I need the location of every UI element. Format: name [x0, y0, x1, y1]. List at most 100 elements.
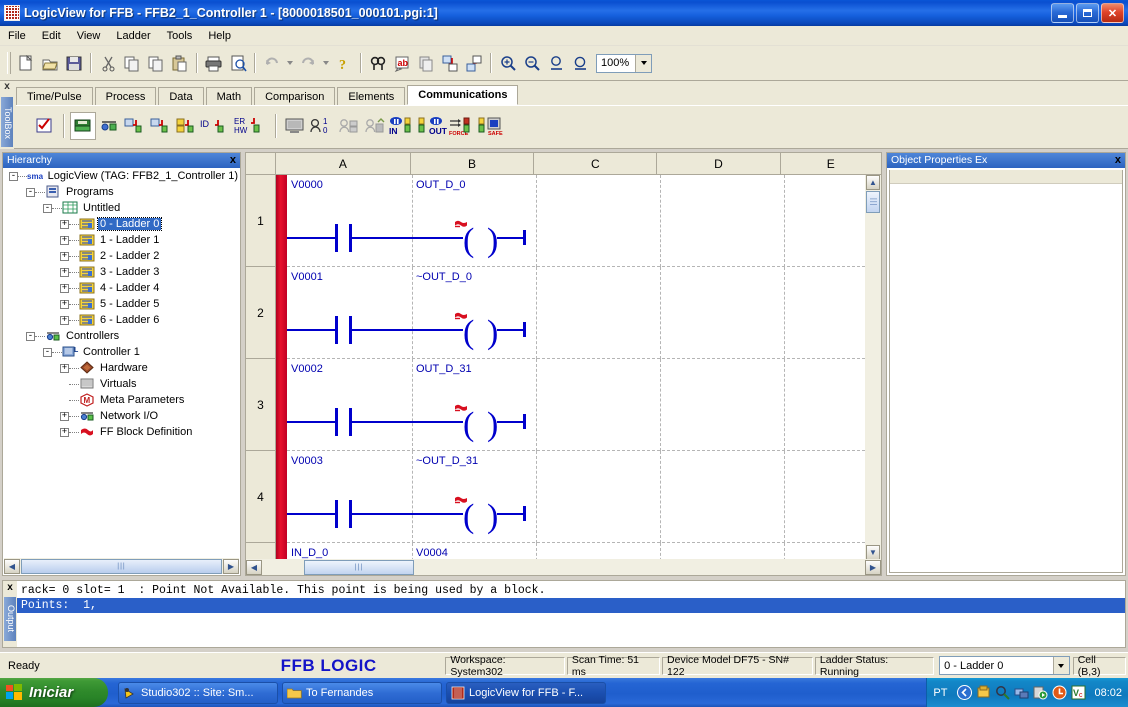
start-button[interactable]: Iniciar: [0, 678, 108, 707]
column-header-a[interactable]: A: [275, 153, 411, 175]
zoom-level-combo[interactable]: 100%: [596, 53, 652, 73]
device-icon[interactable]: [282, 112, 308, 140]
show-hidden-icon[interactable]: [957, 685, 973, 700]
tree-expander[interactable]: +: [60, 363, 69, 373]
tree-expander[interactable]: +: [60, 235, 69, 245]
copy-block-icon[interactable]: [414, 52, 438, 75]
toolbar-grip[interactable]: [7, 52, 11, 74]
safe-block-icon[interactable]: SAFE: [478, 112, 508, 140]
tree-node[interactable]: + Hardware: [3, 360, 240, 376]
tab-process[interactable]: Process: [94, 87, 157, 105]
column-header-b[interactable]: B: [410, 153, 535, 175]
output-close-button[interactable]: x: [3, 581, 17, 594]
ladder-select-combo[interactable]: 0 - Ladder 0: [939, 656, 1070, 675]
user-export-icon[interactable]: [362, 112, 388, 140]
ladder-canvas[interactable]: V0000 OUT_D_0() V0001 ~OUT_D_0() V0002 OUT_D_…: [276, 175, 865, 560]
taskbar-item-studio302[interactable]: Studio302 :: Site: Sm...: [118, 681, 278, 704]
tree-node[interactable]: +1 - Ladder 1: [3, 232, 240, 248]
column-header-c[interactable]: C: [534, 153, 658, 175]
tree-node[interactable]: Virtuals: [3, 376, 240, 392]
tab-elements[interactable]: Elements: [337, 87, 406, 105]
replace-icon[interactable]: ab: [390, 52, 414, 75]
close-button[interactable]: ✕: [1101, 3, 1124, 23]
tree-node[interactable]: +4 - Ladder 4: [3, 280, 240, 296]
redo-dropdown-icon[interactable]: [320, 52, 332, 75]
object-properties-close-button[interactable]: x: [1115, 153, 1125, 168]
tree-node[interactable]: - L Controller 1: [3, 344, 240, 360]
scroll-left-button[interactable]: ◀: [246, 559, 262, 575]
tab-data[interactable]: Data: [158, 87, 204, 105]
scroll-right-button[interactable]: ▶: [865, 559, 881, 575]
menu-edit[interactable]: Edit: [34, 28, 69, 44]
column-header-e[interactable]: E: [780, 153, 881, 175]
tree-node[interactable]: - Untitled: [3, 200, 240, 216]
import-icon[interactable]: [438, 52, 462, 75]
undo-dropdown-icon[interactable]: [284, 52, 296, 75]
media-icon[interactable]: [1033, 685, 1048, 700]
shield-icon[interactable]: [976, 685, 991, 700]
error-hw-block-icon[interactable]: ER HW: [234, 112, 270, 140]
output-line[interactable]: rack= 0 slot= 1 : Point Not Available. T…: [17, 583, 1125, 598]
print-icon[interactable]: [202, 52, 226, 75]
tree-expander[interactable]: +: [60, 427, 69, 437]
ladder-select-arrow[interactable]: [1052, 657, 1069, 674]
network-block-icon[interactable]: [96, 112, 122, 140]
tab-comparison[interactable]: Comparison: [254, 87, 336, 105]
row-header-2[interactable]: 2: [246, 267, 275, 359]
row-header-3[interactable]: 3: [246, 359, 275, 451]
tree-node[interactable]: - Controllers: [3, 328, 240, 344]
toolbox-close-button[interactable]: x: [0, 81, 14, 93]
hscroll-track[interactable]: |||: [262, 559, 865, 575]
scroll-down-button[interactable]: ▼: [866, 545, 880, 560]
tree-expander[interactable]: -: [43, 347, 52, 357]
tree-expander[interactable]: +: [60, 219, 69, 229]
ladder-rung[interactable]: V0000 OUT_D_0(): [287, 175, 865, 267]
menu-view[interactable]: View: [69, 28, 109, 44]
volume-icon[interactable]: Vc: [1071, 685, 1086, 700]
tab-time-pulse[interactable]: Time/Pulse: [16, 87, 93, 105]
column-header-d[interactable]: D: [657, 153, 781, 175]
tree-node[interactable]: - Programs: [3, 184, 240, 200]
tree-node[interactable]: +6 - Ladder 6: [3, 312, 240, 328]
contact-bar-left[interactable]: [335, 500, 338, 528]
tree-node[interactable]: + Network I/O: [3, 408, 240, 424]
tree-expander[interactable]: +: [60, 315, 69, 325]
undo-icon[interactable]: [260, 52, 284, 75]
read-block-icon[interactable]: [122, 112, 148, 140]
tree-node[interactable]: +5 - Ladder 5: [3, 296, 240, 312]
modbus-block-icon[interactable]: [70, 111, 96, 140]
ladder-rung[interactable]: V0003 ~OUT_D_31(): [287, 451, 865, 543]
tree-node[interactable]: M Meta Parameters: [3, 392, 240, 408]
hierarchy-close-button[interactable]: x: [230, 153, 240, 168]
zoom-out-icon[interactable]: [520, 52, 544, 75]
ladder-rung[interactable]: V0002 OUT_D_31(): [287, 359, 865, 451]
user-io-icon[interactable]: 10: [308, 112, 336, 140]
tree-expander[interactable]: -: [26, 331, 35, 341]
force-block-icon[interactable]: FORCE: [448, 112, 478, 140]
select-tool-icon[interactable]: [32, 112, 58, 140]
ladder-vscrollbar[interactable]: ▲ ||| ▼: [865, 175, 881, 560]
contact-bar-left[interactable]: [335, 316, 338, 344]
write-block-icon[interactable]: [148, 112, 174, 140]
row-header-1[interactable]: 1: [246, 175, 275, 267]
tree-node[interactable]: + FF Block Definition: [3, 424, 240, 440]
output-messages[interactable]: rack= 0 slot= 1 : Point Not Available. T…: [17, 581, 1125, 647]
in-block-icon[interactable]: IN: [388, 112, 418, 140]
zoom-fit-icon[interactable]: [568, 52, 592, 75]
tree-expander[interactable]: -: [9, 171, 18, 181]
new-icon[interactable]: [14, 52, 38, 75]
tree-expander[interactable]: +: [60, 299, 69, 309]
object-properties-body[interactable]: [889, 170, 1123, 573]
hierarchy-hscrollbar[interactable]: ◀ ||| ▶: [4, 558, 239, 574]
tree-node[interactable]: +2 - Ladder 2: [3, 248, 240, 264]
cut-icon[interactable]: [96, 52, 120, 75]
minimize-button[interactable]: [1051, 3, 1074, 23]
language-indicator[interactable]: PT: [933, 687, 947, 699]
id-block-icon[interactable]: ID: [200, 112, 234, 140]
taskbar-item-logicview[interactable]: LogicView for FFB - F...: [446, 681, 606, 704]
paste-icon[interactable]: [168, 52, 192, 75]
out-block-icon[interactable]: OUT: [418, 112, 448, 140]
tree-node[interactable]: -smar LogicView (TAG: FFB2_1_Controller 1…: [3, 168, 240, 184]
copy-icon[interactable]: [120, 52, 144, 75]
taskbar-item-to-fernandes[interactable]: To Fernandes: [282, 681, 442, 704]
